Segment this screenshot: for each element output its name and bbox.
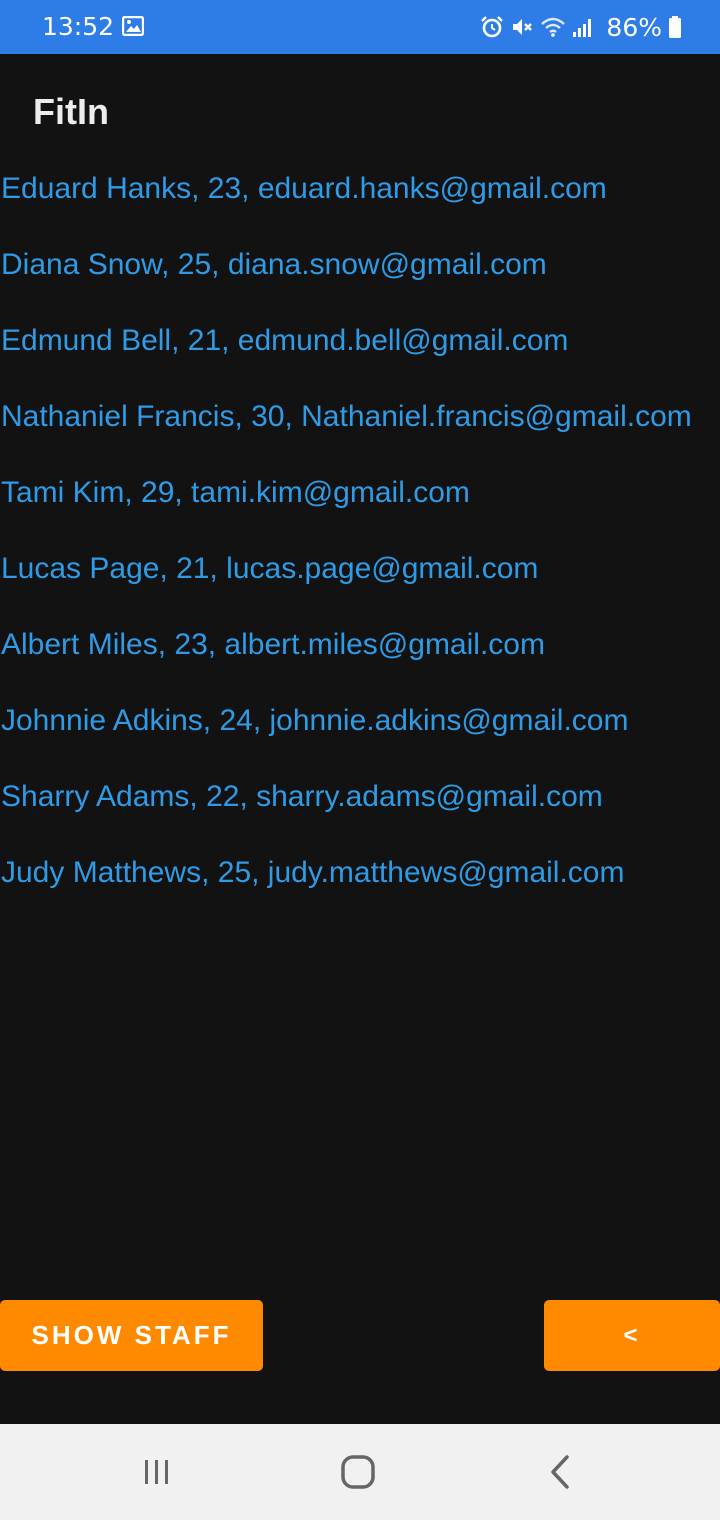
list-item[interactable]: Johnnie Adkins, 24, johnnie.adkins@gmail… [1,700,718,742]
list-item[interactable]: Albert Miles, 23, albert.miles@gmail.com [1,624,718,666]
status-bar: 13:52 86% [0,0,720,54]
list-item[interactable]: Judy Matthews, 25, judy.matthews@gmail.c… [1,852,718,894]
show-staff-button[interactable]: SHOW STAFF [0,1300,263,1371]
status-icons: 86% [480,12,682,42]
battery-icon [669,16,681,38]
list-item[interactable]: Tami Kim, 29, tami.kim@gmail.com [1,472,718,514]
member-list: Eduard Hanks, 23, eduard.hanks@gmail.com… [0,168,718,928]
back-icon[interactable] [540,1452,580,1492]
home-icon[interactable] [338,1452,378,1492]
mute-icon [513,19,533,35]
list-item[interactable]: Sharry Adams, 22, sharry.adams@gmail.com [1,776,718,818]
list-item[interactable]: Edmund Bell, 21, edmund.bell@gmail.com [1,320,718,362]
list-item[interactable]: Eduard Hanks, 23, eduard.hanks@gmail.com [1,168,718,210]
battery-percentage: 86% [606,12,662,42]
list-item[interactable]: Lucas Page, 21, lucas.page@gmail.com [1,548,718,590]
app-title: FitIn [33,91,109,132]
alarm-icon [481,16,504,38]
recent-apps-icon[interactable] [137,1452,177,1492]
list-item[interactable]: Diana Snow, 25, diana.snow@gmail.com [1,244,718,286]
wifi-icon [541,17,566,37]
navigation-bar [0,1424,720,1520]
gallery-icon [122,16,144,36]
back-button[interactable]: < [544,1300,720,1371]
list-item[interactable]: Nathaniel Francis, 30, Nathaniel.francis… [1,396,718,438]
signal-icon [573,19,592,37]
status-time: 13:52 [42,12,115,41]
